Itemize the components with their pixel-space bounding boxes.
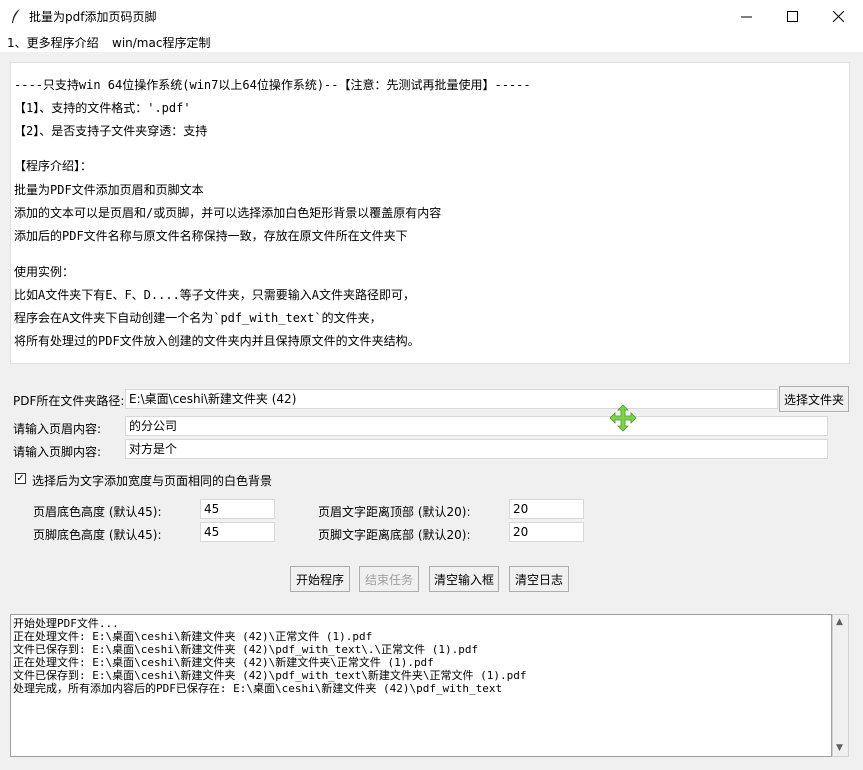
- scroll-down-icon[interactable]: ▼: [836, 743, 843, 753]
- header-text-input[interactable]: 的分公司: [125, 416, 828, 436]
- folder-path-label: PDF所在文件夹路径:: [13, 394, 125, 408]
- footer-bottom-distance-label: 页脚文字距离底部 (默认20):: [318, 528, 471, 542]
- close-button[interactable]: [815, 0, 861, 32]
- log-line: 开始处理PDF文件...: [13, 617, 119, 630]
- minimize-button[interactable]: [723, 0, 769, 32]
- move-cursor-icon: [609, 404, 637, 432]
- log-line: 文件已保存到: E:\桌面\ceshi\新建文件夹 (42)\pdf_with_…: [13, 669, 527, 682]
- log-line: 正在处理文件: E:\桌面\ceshi\新建文件夹 (42)\正常文件 (1).…: [13, 630, 373, 643]
- start-button[interactable]: 开始程序: [290, 566, 350, 592]
- log-line: 处理完成，所有添加内容后的PDF已保存在: E:\桌面\ceshi\新建文件夹 …: [13, 682, 503, 695]
- footer-bg-height-label: 页脚底色高度 (默认45):: [33, 528, 162, 542]
- window-title: 批量为pdf添加页码页脚: [29, 10, 157, 24]
- stop-button[interactable]: 结束任务: [359, 566, 419, 592]
- footer-bottom-distance-input[interactable]: 20: [509, 522, 584, 542]
- intro-line: 【1】、支持的文件格式：'.pdf': [14, 101, 191, 115]
- header-bg-height-input[interactable]: 45: [200, 499, 275, 519]
- log-line: 正在处理文件: E:\桌面\ceshi\新建文件夹 (42)\新建文件夹\正常文…: [13, 656, 434, 669]
- intro-line: 添加后的PDF文件名称与原文件名称保持一致，存放在原文件所在文件夹下: [14, 229, 408, 243]
- scroll-up-icon[interactable]: ▲: [836, 617, 843, 627]
- browse-folder-button[interactable]: 选择文件夹: [779, 386, 849, 412]
- log-scrollbar[interactable]: ▲ ▼: [832, 614, 849, 757]
- intro-line: 【2】、是否支持子文件夹穿透：支持: [14, 124, 208, 138]
- header-top-distance-input[interactable]: 20: [509, 499, 584, 519]
- folder-path-input[interactable]: E:\桌面\ceshi\新建文件夹 (42): [125, 389, 778, 409]
- intro-line: 批量为PDF文件添加页眉和页脚文本: [14, 183, 204, 197]
- white-background-checkbox[interactable]: ✓: [15, 473, 26, 484]
- intro-line: 使用实例：: [14, 265, 75, 279]
- intro-line: 添加的文本可以是页眉和/或页脚，并可以选择添加白色矩形背景以覆盖原有内容: [14, 206, 442, 220]
- title-bar: 批量为pdf添加页码页脚: [0, 0, 863, 32]
- log-line: 文件已保存到: E:\桌面\ceshi\新建文件夹 (42)\pdf_with_…: [13, 643, 479, 656]
- clear-log-button[interactable]: 清空日志: [509, 566, 569, 592]
- header-bg-height-label: 页眉底色高度 (默认45):: [33, 505, 162, 519]
- log-textbox[interactable]: 开始处理PDF文件... 正在处理文件: E:\桌面\ceshi\新建文件夹 (…: [10, 614, 832, 757]
- minimize-icon: [740, 16, 752, 17]
- intro-line: ----只支持win 64位操作系统(win7以上64位操作系统)--【注意：先…: [14, 78, 531, 92]
- clear-inputs-button[interactable]: 清空输入框: [429, 566, 499, 592]
- footer-bg-height-input[interactable]: 45: [200, 522, 275, 542]
- feather-icon: [12, 9, 20, 23]
- maximize-button[interactable]: [769, 0, 815, 32]
- intro-line: 【程序介绍】：: [14, 159, 93, 173]
- footer-text-label: 请输入页脚内容:: [13, 445, 102, 459]
- white-background-label: 选择后为文字添加宽度与页面相同的白色背景: [32, 474, 273, 488]
- intro-textbox[interactable]: ----只支持win 64位操作系统(win7以上64位操作系统)--【注意：先…: [10, 62, 850, 364]
- intro-line: 程序会在A文件夹下自动创建一个名为`pdf_with_text`的文件夹，: [14, 311, 382, 325]
- close-icon: [832, 10, 844, 22]
- intro-line: 比如A文件夹下有E、F、D....等子文件夹，只需要输入A文件夹路径即可，: [14, 288, 416, 302]
- footer-text-input[interactable]: 对方是个: [125, 439, 828, 459]
- menu-item-custom-programs[interactable]: win/mac程序定制: [112, 34, 210, 51]
- intro-line: 将所有处理过的PDF文件放入创建的文件夹内并且保持原文件的文件夹结构。: [14, 334, 420, 348]
- maximize-icon: [786, 10, 798, 22]
- header-top-distance-label: 页眉文字距离顶部 (默认20):: [318, 505, 471, 519]
- check-icon: ✓: [16, 473, 25, 484]
- menu-bar: 1、更多程序介绍 win/mac程序定制: [0, 32, 863, 52]
- menu-item-more-programs[interactable]: 1、更多程序介绍: [7, 34, 99, 51]
- header-text-label: 请输入页眉内容:: [13, 422, 102, 436]
